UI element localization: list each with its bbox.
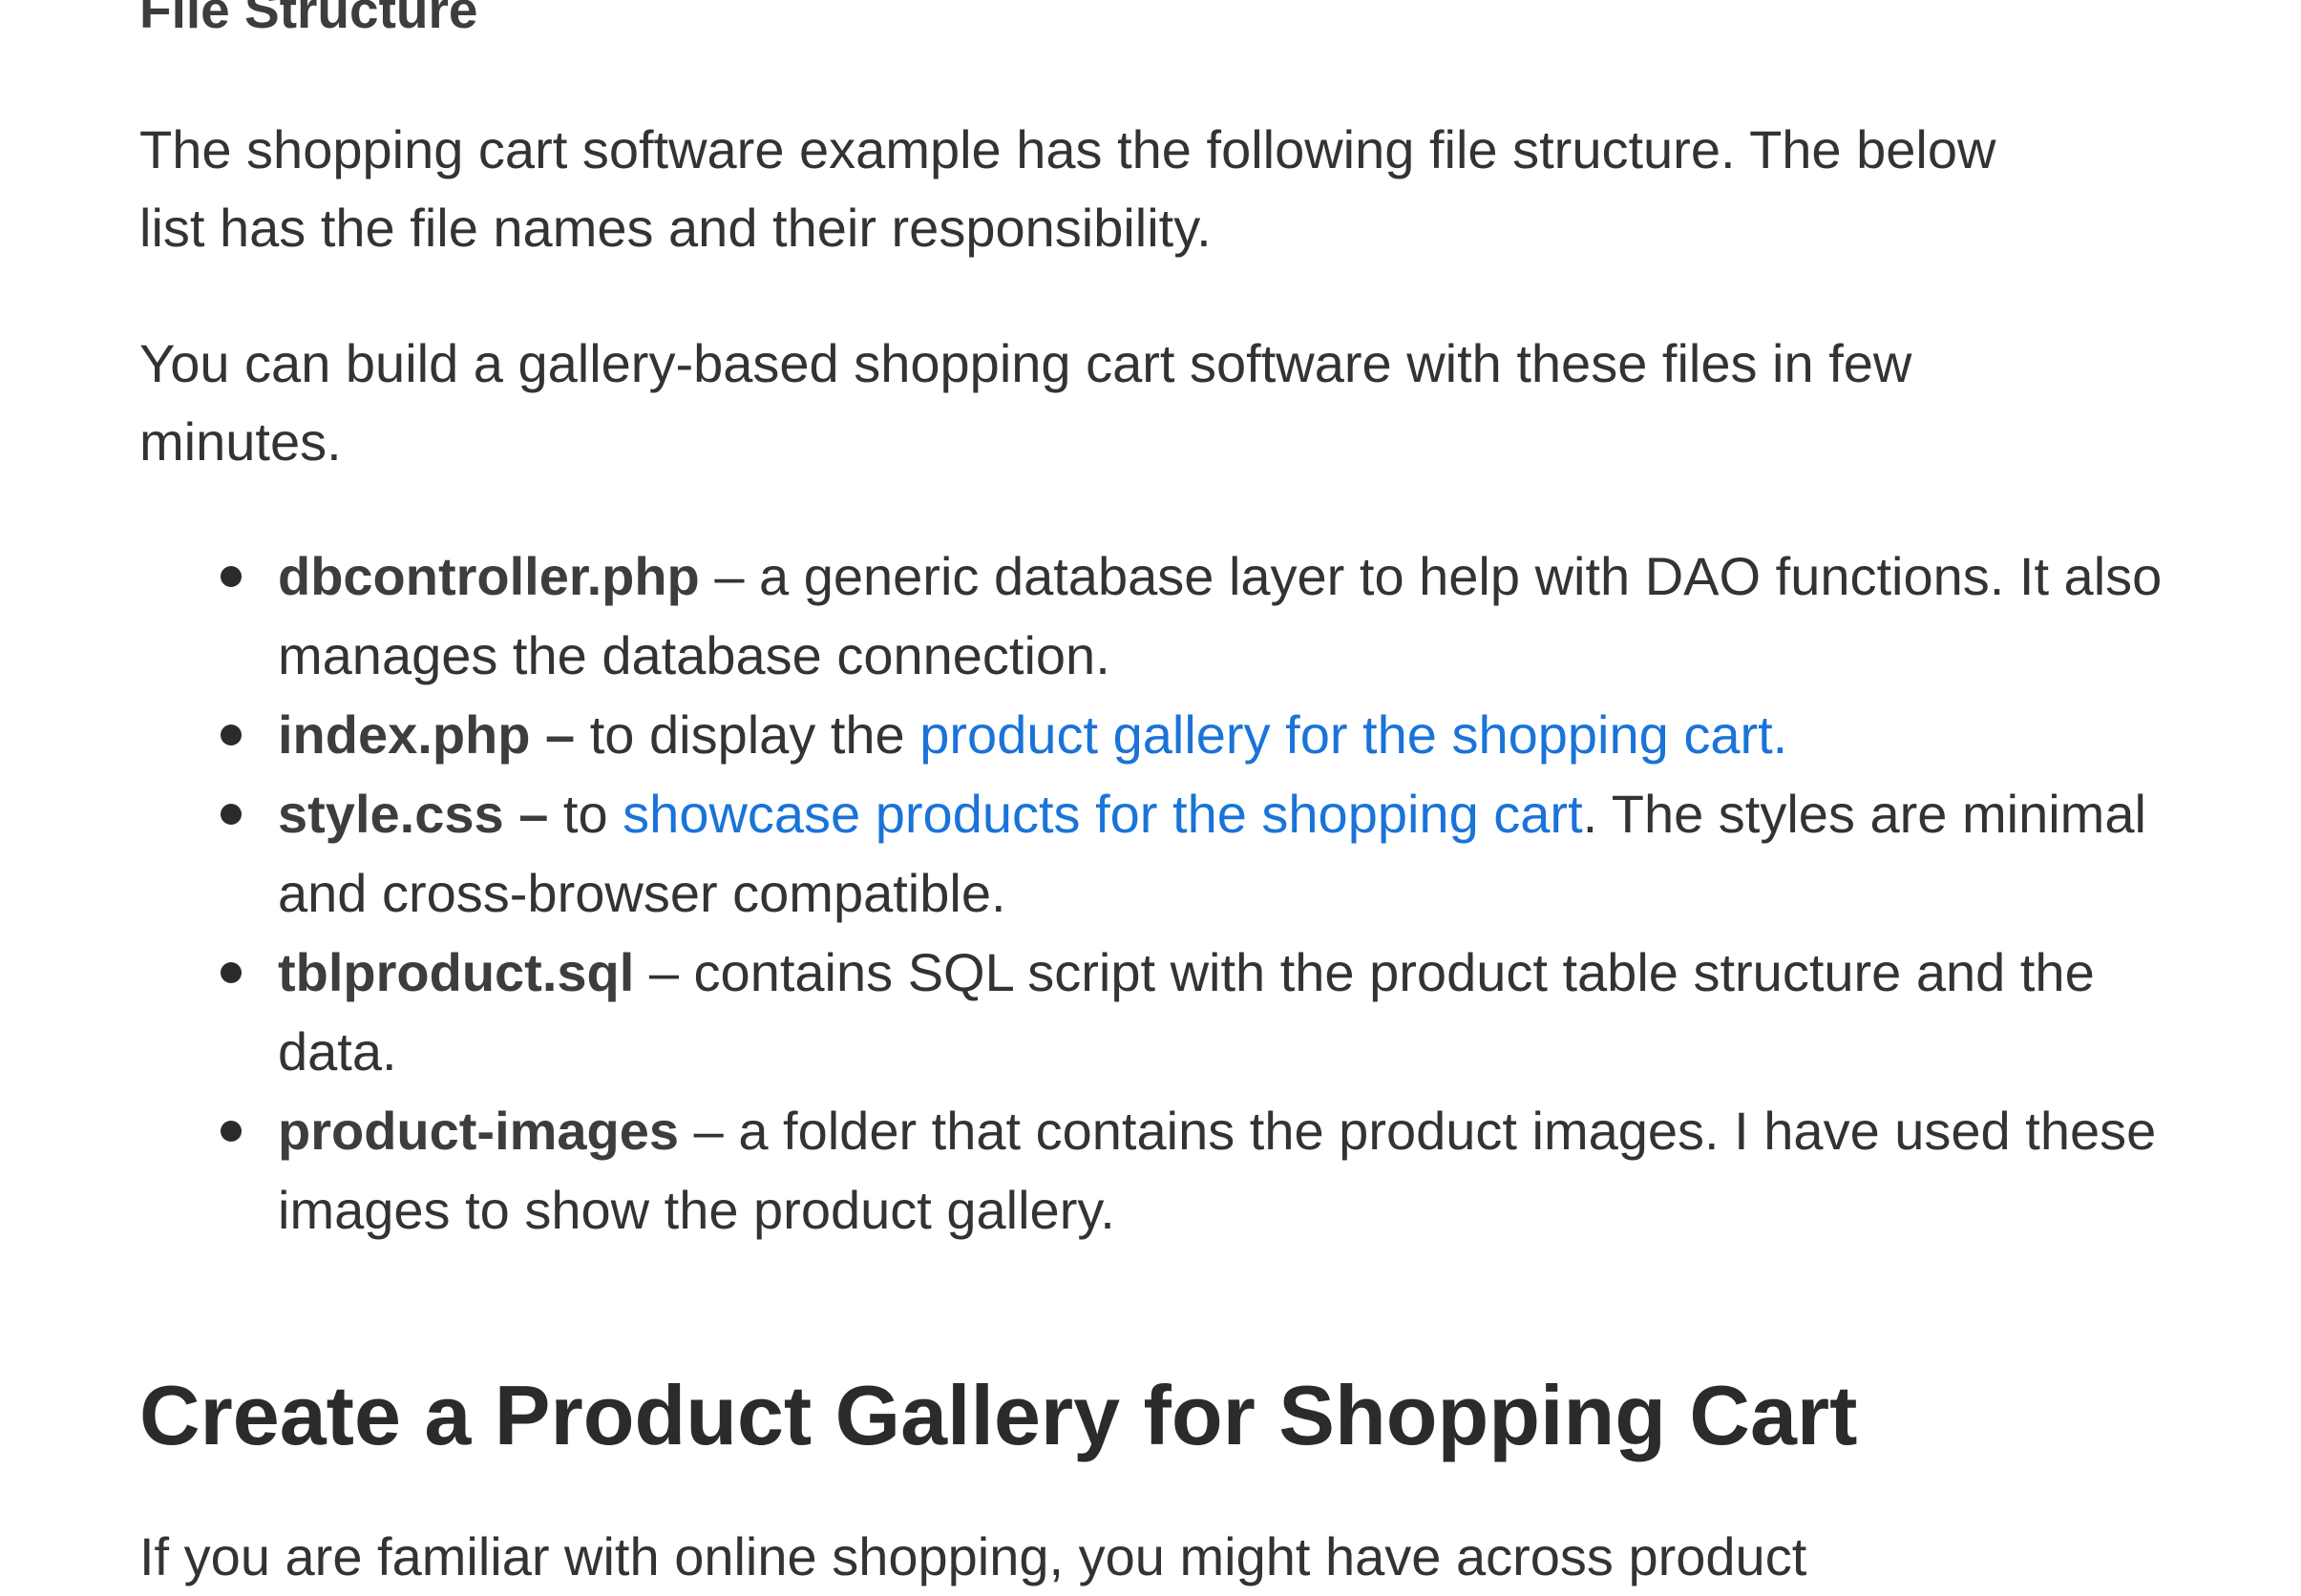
main-heading: Create a Product Gallery for Shopping Ca… xyxy=(139,1368,1858,1462)
file-list: dbcontroller.php – a generic database la… xyxy=(221,536,2206,1250)
showcase-products-link[interactable]: showcase products for the shopping cart xyxy=(623,784,1582,844)
file-name: tblproduct.sql xyxy=(278,942,635,1002)
file-description: to display the xyxy=(575,704,920,765)
bullet-icon xyxy=(221,1121,242,1142)
second-paragraph: You can build a gallery-based shopping c… xyxy=(139,333,1912,472)
list-item-dbcontroller: dbcontroller.php – a generic database la… xyxy=(221,536,2206,695)
bullet-icon xyxy=(221,724,242,746)
file-name: index.php – xyxy=(278,704,576,765)
bullet-icon xyxy=(221,962,242,983)
list-item-tblproduct: tblproduct.sql – contains SQL script wit… xyxy=(221,933,2206,1091)
bullet-icon xyxy=(221,566,242,587)
intro-paragraph: The shopping cart software example has t… xyxy=(139,119,1996,258)
list-item-index: index.php – to display the product galle… xyxy=(221,695,2206,774)
bullet-icon xyxy=(221,804,242,825)
file-name: style.css – xyxy=(278,784,549,844)
file-description: to xyxy=(548,784,623,844)
file-name: product-images xyxy=(278,1101,680,1161)
section-heading: File Structure xyxy=(139,0,478,39)
third-paragraph: If you are familiar with online shopping… xyxy=(139,1526,1807,1586)
product-gallery-link[interactable]: product gallery for the shopping cart. xyxy=(919,704,1787,765)
file-name: dbcontroller.php xyxy=(278,546,700,606)
list-item-style: style.css – to showcase products for the… xyxy=(221,774,2206,933)
list-item-product-images: product-images – a folder that contains … xyxy=(221,1091,2206,1250)
